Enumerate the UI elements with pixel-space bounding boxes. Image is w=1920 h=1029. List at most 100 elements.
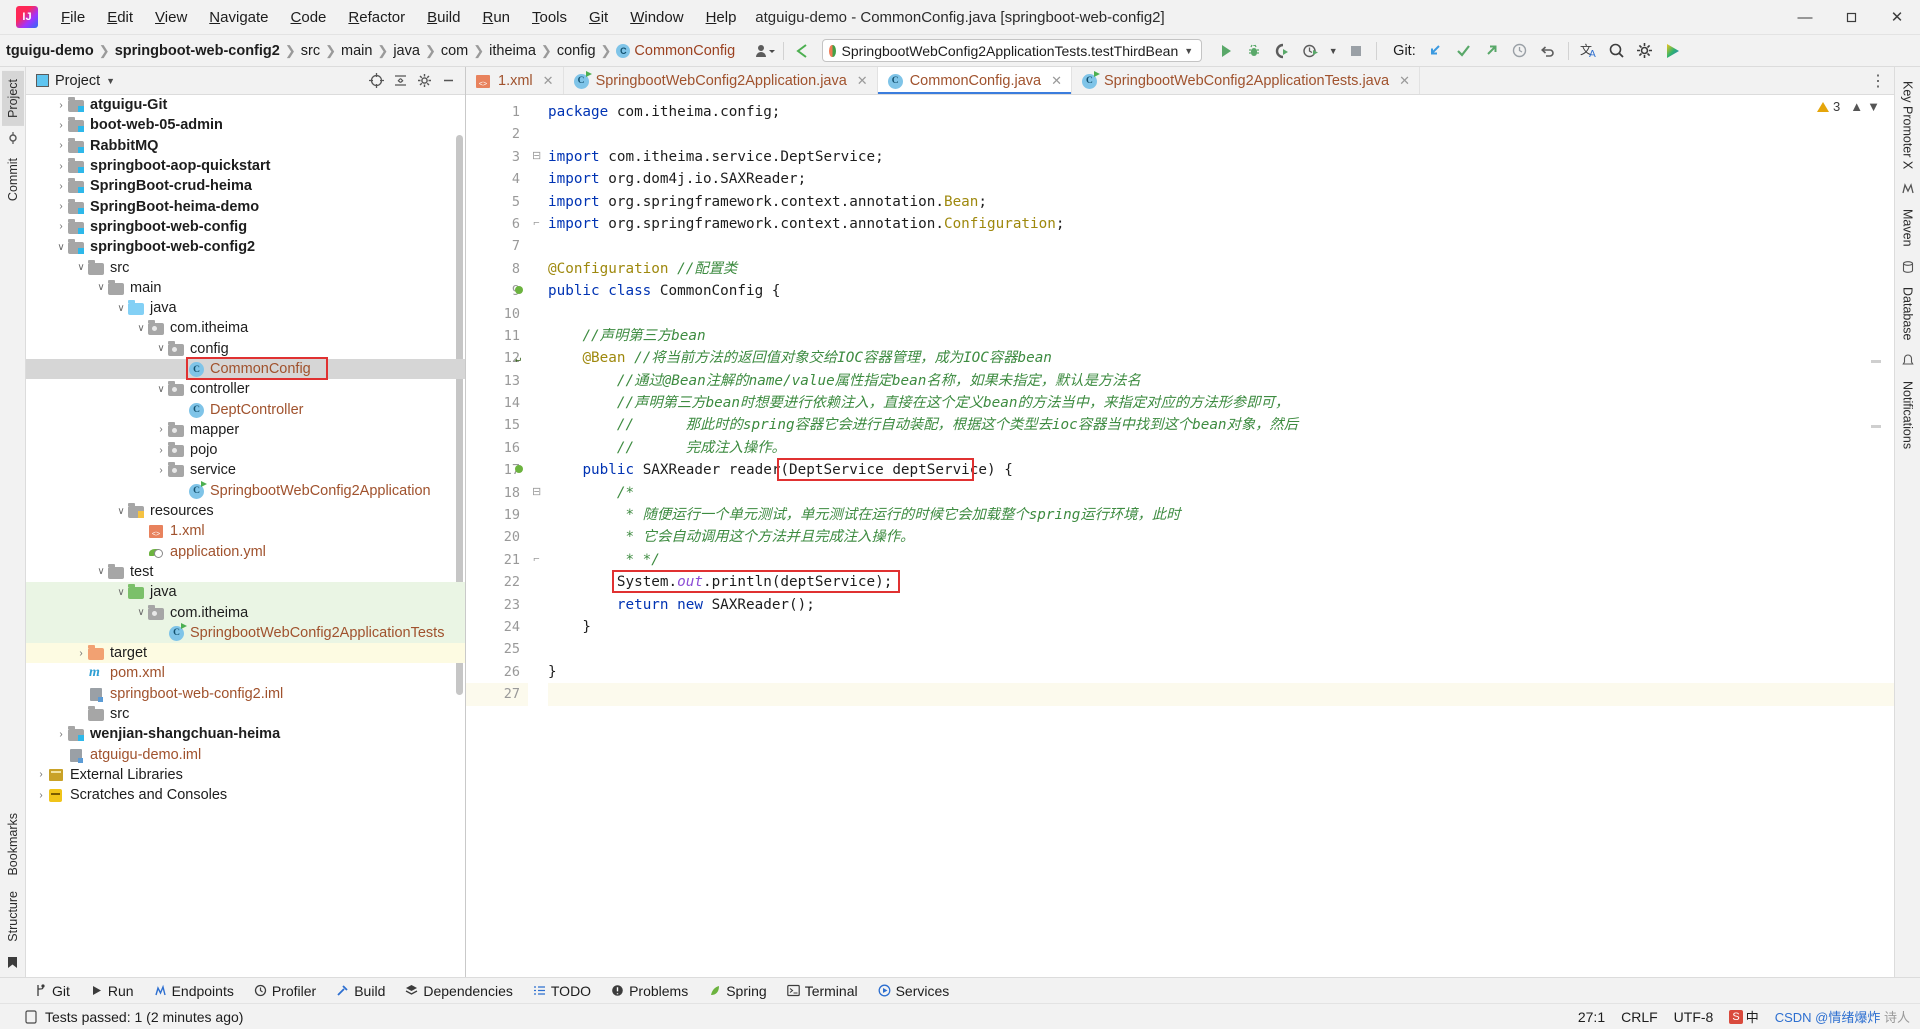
settings-gear-icon[interactable]: [1631, 39, 1659, 63]
menu-code[interactable]: Code: [280, 5, 338, 30]
fold-end-icon[interactable]: ⌐: [532, 218, 541, 229]
menu-window[interactable]: Window: [619, 5, 694, 30]
code-line[interactable]: [548, 303, 1894, 325]
breadcrumb-itheima[interactable]: itheima: [485, 41, 540, 61]
rollback-icon[interactable]: [1534, 39, 1562, 63]
breadcrumb-com[interactable]: com: [437, 41, 472, 61]
code-line[interactable]: import com.itheima.service.DeptService;: [548, 146, 1894, 168]
sidebar-item-commit[interactable]: Commit: [2, 150, 24, 209]
options-gear-icon[interactable]: [413, 71, 435, 91]
code-line[interactable]: // 那此时的spring容器它会进行自动装配，根据这个类型去ioc容器当中找到…: [548, 414, 1894, 436]
code-line[interactable]: //声明第三方bean: [548, 325, 1894, 347]
sidebar-item-notifications[interactable]: Notifications: [1897, 373, 1919, 457]
code-line[interactable]: * 随便运行一个单元测试，单元测试在运行的时候它会加载整个spring运行环境，…: [548, 504, 1894, 526]
maximize-button[interactable]: [1828, 0, 1874, 34]
tree-row[interactable]: ∨ src: [26, 257, 465, 277]
tree-expand-arrow[interactable]: ›: [54, 221, 68, 232]
tree-row[interactable]: › mapper: [26, 420, 465, 440]
fold-collapse-icon[interactable]: ⊟: [532, 486, 541, 497]
code-line[interactable]: @Bean //将当前方法的返回值对象交给IOC容器管理，成为IOC容器bean: [548, 347, 1894, 369]
tree-row[interactable]: ›C CommonConfig: [26, 358, 465, 380]
back-arrow-icon[interactable]: [790, 40, 814, 62]
tree-expand-arrow[interactable]: ›: [174, 485, 188, 496]
menu-view[interactable]: View: [144, 5, 198, 30]
tree-row[interactable]: ∨ resources: [26, 501, 465, 521]
tree-expand-arrow[interactable]: ›: [74, 648, 88, 659]
commit-icon[interactable]: [1450, 39, 1478, 63]
tree-row[interactable]: ∨ test: [26, 562, 465, 582]
tree-expand-arrow[interactable]: ›: [154, 424, 168, 435]
tree-expand-arrow[interactable]: ›: [54, 749, 68, 760]
tree-row[interactable]: ›CSpringbootWebConfig2ApplicationTests: [26, 622, 465, 644]
tree-expand-arrow[interactable]: ›: [74, 709, 88, 720]
tree-expand-arrow[interactable]: ›: [34, 769, 48, 780]
collapse-all-icon[interactable]: [389, 71, 411, 91]
tree-expand-arrow[interactable]: ›: [134, 526, 148, 537]
code-line[interactable]: }: [548, 616, 1894, 638]
menu-run[interactable]: Run: [471, 5, 521, 30]
tree-row[interactable]: ∨ java: [26, 298, 465, 318]
menu-help[interactable]: Help: [695, 5, 748, 30]
code-line[interactable]: System.out.println(deptService);: [548, 571, 1894, 593]
sidebar-item-maven[interactable]: Maven: [1897, 201, 1919, 255]
menu-refactor[interactable]: Refactor: [337, 5, 416, 30]
inspection-widget[interactable]: 3 ▲ ▼: [1817, 99, 1880, 114]
tree-expand-arrow[interactable]: ∨: [54, 242, 68, 253]
code-line[interactable]: }: [548, 661, 1894, 683]
code-line[interactable]: [548, 235, 1894, 257]
editor-gutter[interactable]: 1234567891011121314151617181920212223242…: [466, 95, 528, 977]
tree-row[interactable]: ›<> 1.xml: [26, 521, 465, 541]
tree-row[interactable]: › springboot-aop-quickstart: [26, 156, 465, 176]
history-icon[interactable]: [1506, 39, 1534, 63]
bottom-tool-run[interactable]: Run: [80, 981, 144, 1001]
tree-expand-arrow[interactable]: ›: [174, 364, 188, 375]
sidebar-item-key-promoter-x[interactable]: Key Promoter X: [1897, 73, 1919, 177]
tab-close-icon[interactable]: ✕: [543, 73, 554, 89]
bottom-tool-profiler[interactable]: Profiler: [244, 981, 326, 1001]
tree-row[interactable]: › service: [26, 460, 465, 480]
breadcrumb-class[interactable]: C CommonConfig: [612, 41, 739, 61]
breadcrumb-java[interactable]: java: [389, 41, 424, 61]
tab-close-icon[interactable]: ✕: [1051, 73, 1062, 89]
bottom-tool-endpoints[interactable]: Endpoints: [144, 981, 244, 1001]
tree-row[interactable]: › External Libraries: [26, 765, 465, 785]
tree-expand-arrow[interactable]: ∨: [74, 262, 88, 273]
tree-row[interactable]: ∨ com.itheima: [26, 602, 465, 623]
code-line[interactable]: * */: [548, 549, 1894, 571]
editor-code-content[interactable]: package com.itheima.config; import com.i…: [548, 95, 1894, 977]
menu-git[interactable]: Git: [578, 5, 619, 30]
tree-expand-arrow[interactable]: ∨: [94, 282, 108, 293]
tree-row[interactable]: › application.yml: [26, 542, 465, 562]
tab-close-icon[interactable]: ✕: [857, 73, 868, 89]
chevron-down-icon[interactable]: ▼: [106, 76, 115, 86]
code-line[interactable]: [548, 638, 1894, 660]
tree-expand-arrow[interactable]: ∨: [134, 607, 148, 618]
bean-icon[interactable]: [496, 350, 512, 366]
tree-expand-arrow[interactable]: ›: [54, 729, 68, 740]
tree-row[interactable]: › pojo: [26, 440, 465, 460]
code-line[interactable]: import org.springframework.context.annot…: [548, 213, 1894, 235]
run-button[interactable]: [1212, 39, 1240, 63]
code-line[interactable]: public SAXReader reader(DeptService dept…: [548, 459, 1894, 481]
tree-expand-arrow[interactable]: ∨: [114, 303, 128, 314]
tree-row[interactable]: › boot-web-05-admin: [26, 115, 465, 135]
tree-expand-arrow[interactable]: ∨: [114, 506, 128, 517]
sidebar-item-structure[interactable]: Structure: [2, 883, 24, 950]
tree-row[interactable]: ∨ springboot-web-config2: [26, 237, 465, 257]
code-line[interactable]: @Configuration //配置类: [548, 258, 1894, 280]
breadcrumb-project[interactable]: tguigu-demo: [2, 41, 98, 61]
hide-panel-icon[interactable]: [437, 71, 459, 91]
tree-row[interactable]: ∨ main: [26, 278, 465, 298]
push-icon[interactable]: [1478, 39, 1506, 63]
spring-bean-icon[interactable]: [496, 462, 512, 478]
code-line[interactable]: /*: [548, 482, 1894, 504]
search-everywhere-icon[interactable]: [1603, 39, 1631, 63]
tree-expand-arrow[interactable]: ›: [54, 181, 68, 192]
tree-row[interactable]: › springboot-web-config: [26, 217, 465, 237]
breadcrumb-module[interactable]: springboot-web-config2: [111, 41, 284, 61]
tree-expand-arrow[interactable]: ›: [174, 404, 188, 415]
bottom-tool-todo[interactable]: TODO: [523, 981, 601, 1001]
editor-tabs-more[interactable]: ⋮: [1870, 67, 1894, 94]
code-line[interactable]: [548, 123, 1894, 145]
minimize-button[interactable]: —: [1782, 0, 1828, 34]
